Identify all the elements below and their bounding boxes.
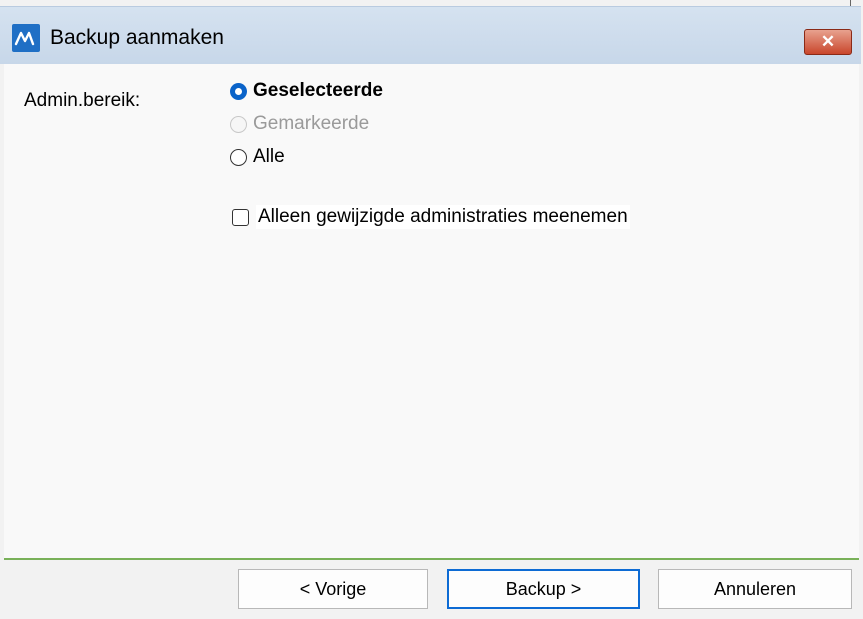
cancel-button[interactable]: Annuleren: [658, 569, 852, 609]
window-title: Backup aanmaken: [50, 26, 224, 49]
radio-label-geselecteerde: Geselecteerde: [253, 80, 383, 101]
only-changed-checkbox[interactable]: [232, 208, 249, 226]
radio-alle[interactable]: Alle: [230, 146, 285, 168]
radio-selected-indicator[interactable]: [230, 82, 247, 100]
radio-unselected-indicator[interactable]: [230, 148, 247, 166]
only-changed-checkbox-row[interactable]: Alleen gewijzigde administraties meeneme…: [232, 205, 630, 229]
close-button[interactable]: ✕: [804, 29, 852, 55]
radio-gemarkeerde: Gemarkeerde: [230, 113, 369, 135]
admin-range-label: Admin.bereik:: [24, 90, 141, 111]
radio-label-alle: Alle: [253, 146, 285, 167]
dialog-content: Admin.bereik: Geselecteerde Gemarkeerde …: [4, 64, 859, 558]
radio-disabled-indicator: [230, 115, 247, 133]
title-bar[interactable]: Backup aanmaken ✕: [0, 6, 861, 64]
backup-button[interactable]: Backup >: [447, 569, 640, 609]
radio-label-gemarkeerde: Gemarkeerde: [253, 113, 370, 134]
av-logo-icon: [12, 24, 40, 52]
only-changed-label: Alleen gewijzigde administraties meeneme…: [256, 205, 630, 229]
radio-geselecteerde[interactable]: Geselecteerde: [230, 80, 383, 102]
backup-dialog: Backup aanmaken ✕ Admin.bereik: Geselect…: [0, 0, 863, 619]
previous-button[interactable]: < Vorige: [238, 569, 428, 609]
